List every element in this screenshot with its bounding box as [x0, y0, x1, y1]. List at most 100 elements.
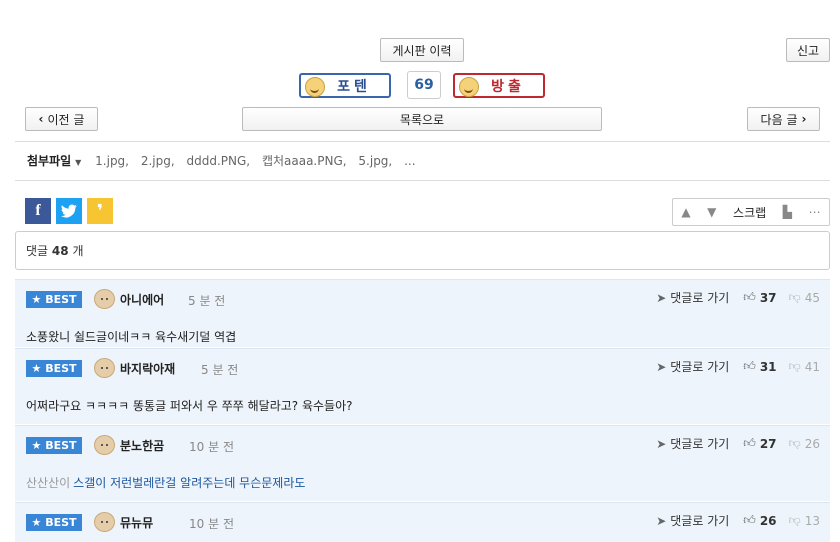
- goto-comment-link[interactable]: 댓글로 가기: [670, 358, 729, 375]
- caret-down-icon[interactable]: ▼: [75, 158, 81, 167]
- upvote-count: 26: [759, 513, 777, 528]
- comment-meta: ➤ 댓글로 가기 👍︎ 27 👎︎ 26: [656, 435, 820, 452]
- next-post-button[interactable]: 다음 글 ›: [747, 107, 820, 131]
- send-icon: ➤: [656, 436, 667, 451]
- thumbs-down-icon[interactable]: 👎︎: [789, 436, 801, 451]
- prev-post-label: 이전 글: [47, 112, 85, 127]
- comment-item: ★ BEST 아니에어 5 분 전 ➤ 댓글로 가기 👍︎ 37 👎︎ 45 소풍왔니…: [15, 279, 830, 347]
- post-toolbox: ▲ ▼ 스크랩 ▙ ⋯: [672, 198, 830, 226]
- avatar[interactable]: [94, 512, 115, 532]
- downvote-count: 41: [804, 359, 820, 374]
- attachments-label[interactable]: 첨부파일: [27, 154, 71, 168]
- downvote-count: 45: [804, 290, 820, 305]
- chevron-right-icon: ›: [801, 112, 807, 126]
- goto-comment-link[interactable]: 댓글로 가기: [670, 512, 729, 529]
- upvote-button[interactable]: 포텐: [299, 73, 391, 98]
- comment-count-unit: 개: [72, 244, 84, 258]
- chevron-left-icon: ‹: [38, 112, 44, 126]
- arrow-up-icon[interactable]: ▲: [681, 205, 690, 219]
- upvote-count: 31: [759, 359, 777, 374]
- facebook-icon: f: [35, 202, 41, 219]
- comment-item: ★ BEST 뮤뉴뮤 10 분 전 ➤ 댓글로 가기 👍︎ 26 👎︎ 13: [15, 502, 830, 542]
- smile-icon: [305, 77, 325, 97]
- best-badge: ★ BEST: [26, 291, 82, 308]
- scrap-button[interactable]: 스크랩: [733, 204, 766, 221]
- upvote-count: 27: [759, 436, 777, 451]
- send-icon: ➤: [656, 290, 667, 305]
- divider: [15, 141, 830, 142]
- comment-author[interactable]: 바지락아재: [120, 360, 175, 377]
- best-badge-label: BEST: [45, 362, 77, 375]
- prev-post-button[interactable]: ‹ 이전 글: [25, 107, 98, 131]
- thumbs-down-icon[interactable]: 👎︎: [789, 359, 801, 374]
- star-icon: ★: [31, 362, 42, 375]
- downvote-count: 13: [804, 513, 820, 528]
- twitter-icon: [61, 204, 77, 218]
- upvote-label: 포텐: [337, 78, 371, 95]
- best-badge: ★ BEST: [26, 437, 82, 454]
- twitter-share-button[interactable]: [56, 198, 82, 224]
- comment-text: 어쩌라구요 ㅋㅋㅋㅋ 똥통글 퍼와서 우 쭈쭈 해달라고? 육수들아?: [26, 399, 353, 413]
- thumbs-up-icon[interactable]: 👍︎: [743, 513, 756, 528]
- best-badge-label: BEST: [45, 293, 77, 306]
- downvote-count: 26: [804, 436, 820, 451]
- next-post-label: 다음 글: [760, 112, 798, 127]
- comment-author[interactable]: 뮤뉴뮤: [120, 514, 153, 531]
- star-icon: ★: [31, 516, 42, 529]
- send-icon: ➤: [656, 513, 667, 528]
- comment-time: 10 분 전: [189, 440, 234, 454]
- board-history-button[interactable]: 게시판 이력: [380, 38, 464, 62]
- comment-count-label: 댓글: [26, 244, 49, 258]
- star-icon: ★: [31, 439, 42, 452]
- thumbs-up-icon[interactable]: 👍︎: [743, 359, 756, 374]
- facebook-share-button[interactable]: f: [25, 198, 51, 224]
- avatar[interactable]: [94, 289, 115, 309]
- comment-count-bar: 댓글 48 개: [15, 231, 830, 270]
- attachment-more[interactable]: ...: [404, 154, 415, 168]
- best-badge: ★ BEST: [26, 360, 82, 377]
- thumbs-up-icon[interactable]: 👍︎: [743, 290, 756, 305]
- comment-count: 48: [51, 243, 69, 258]
- thumbs-up-icon[interactable]: 👍︎: [743, 436, 756, 451]
- arrow-down-icon[interactable]: ▼: [707, 205, 716, 219]
- best-badge-label: BEST: [45, 516, 77, 529]
- attachment-file[interactable]: 1.jpg,: [95, 154, 129, 168]
- best-badge-label: BEST: [45, 439, 77, 452]
- report-button[interactable]: 신고: [786, 38, 830, 62]
- goto-comment-link[interactable]: 댓글로 가기: [670, 289, 729, 306]
- attachment-file[interactable]: 2.jpg,: [141, 154, 175, 168]
- downvote-button[interactable]: 방출: [453, 73, 545, 98]
- comment-meta: ➤ 댓글로 가기 👍︎ 26 👎︎ 13: [656, 512, 820, 529]
- comment-time: 5 분 전: [188, 294, 226, 308]
- avatar[interactable]: [94, 435, 115, 455]
- list-button[interactable]: 목록으로: [242, 107, 602, 131]
- kakao-icon: ❜: [96, 200, 104, 222]
- thumbs-down-icon[interactable]: 👎︎: [789, 513, 801, 528]
- goto-comment-link[interactable]: 댓글로 가기: [670, 435, 729, 452]
- send-icon: ➤: [656, 359, 667, 374]
- comment-author[interactable]: 아니에어: [120, 291, 164, 308]
- thumbs-down-icon[interactable]: 👎︎: [789, 290, 801, 305]
- upvote-count: 37: [759, 290, 777, 305]
- best-badge: ★ BEST: [26, 514, 82, 531]
- comment-text: 산산산이 스갤이 저런벌레란걸 알려주는데 무슨문제라도: [26, 476, 306, 490]
- star-icon: ★: [31, 293, 42, 306]
- comment-item: ★ BEST 분노한곰 10 분 전 ➤ 댓글로 가기 👍︎ 27 👎︎ 26 산산산…: [15, 425, 830, 501]
- more-icon[interactable]: ⋯: [809, 205, 821, 219]
- stats-icon[interactable]: ▙: [783, 205, 792, 219]
- angry-face-icon: [459, 77, 479, 97]
- attachment-file[interactable]: 5.jpg,: [358, 154, 392, 168]
- comment-meta: ➤ 댓글로 가기 👍︎ 31 👎︎ 41: [656, 358, 820, 375]
- kakao-share-button[interactable]: ❜: [87, 198, 113, 224]
- attachment-file[interactable]: dddd.PNG,: [187, 154, 251, 168]
- mention-tag[interactable]: 산산산이: [26, 476, 70, 490]
- vote-count: 69: [407, 71, 441, 99]
- divider: [15, 180, 830, 181]
- comment-text: 소풍왔니 쉴드글이네ㅋㅋ 육수새기덜 역겹: [26, 330, 237, 344]
- comment-meta: ➤ 댓글로 가기 👍︎ 37 👎︎ 45: [656, 289, 820, 306]
- attachment-file[interactable]: 캡처aaaa.PNG,: [262, 154, 347, 168]
- avatar[interactable]: [94, 358, 115, 378]
- comment-time: 5 분 전: [201, 363, 239, 377]
- comment-item: ★ BEST 바지락아재 5 분 전 ➤ 댓글로 가기 👍︎ 31 👎︎ 41 어쩌라…: [15, 348, 830, 424]
- comment-author[interactable]: 분노한곰: [120, 437, 164, 454]
